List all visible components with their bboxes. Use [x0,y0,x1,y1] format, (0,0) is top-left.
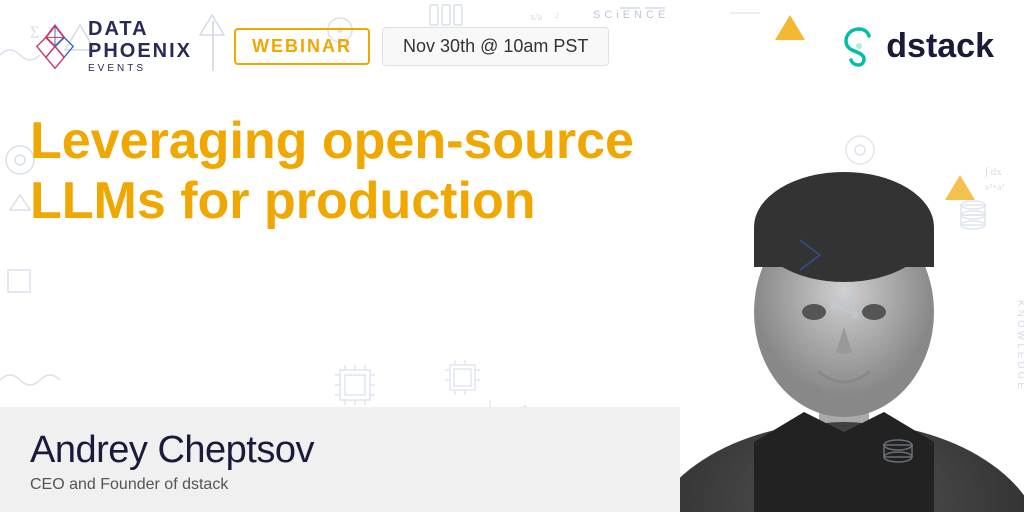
logo-data-text: DATA [88,18,192,40]
dstack-icon [838,25,880,67]
header-divider [212,21,214,71]
dstack-name: dstack [886,27,994,66]
main-container: ∑ x/a x/a 2 SCiENCE [0,0,1024,512]
webinar-label: WEBINAR [252,36,352,56]
speaker-name: Andrey Cheptsov [30,429,650,472]
logo-events-text: EVENTS [88,63,192,74]
title-line1: Leveraging open-source [30,112,650,172]
speaker-area: Andrey Cheptsov CEO and Founder of dstac… [0,407,680,512]
phoenix-icon [30,21,80,71]
logo-text: DATA PHOENIX EVENTS [88,18,192,74]
date-text: Nov 30th @ 10am PST [403,36,588,56]
header: DATA PHOENIX EVENTS WEBINAR Nov 30th @ 1… [0,0,1024,92]
main-title: Leveraging open-source LLMs for producti… [30,112,650,232]
bottom-section: Andrey Cheptsov CEO and Founder of dstac… [0,407,1024,512]
main-content: Leveraging open-source LLMs for producti… [0,92,1024,232]
logo-phoenix-text: PHOENIX [88,40,192,62]
speaker-title: CEO and Founder of dstack [30,476,650,494]
webinar-badge: WEBINAR [234,28,370,65]
title-line2: LLMs for production [30,172,650,232]
data-phoenix-logo: DATA PHOENIX EVENTS [30,18,192,74]
text-section: Leveraging open-source LLMs for producti… [30,102,994,232]
dstack-logo: dstack [838,25,994,67]
date-badge: Nov 30th @ 10am PST [382,27,609,66]
